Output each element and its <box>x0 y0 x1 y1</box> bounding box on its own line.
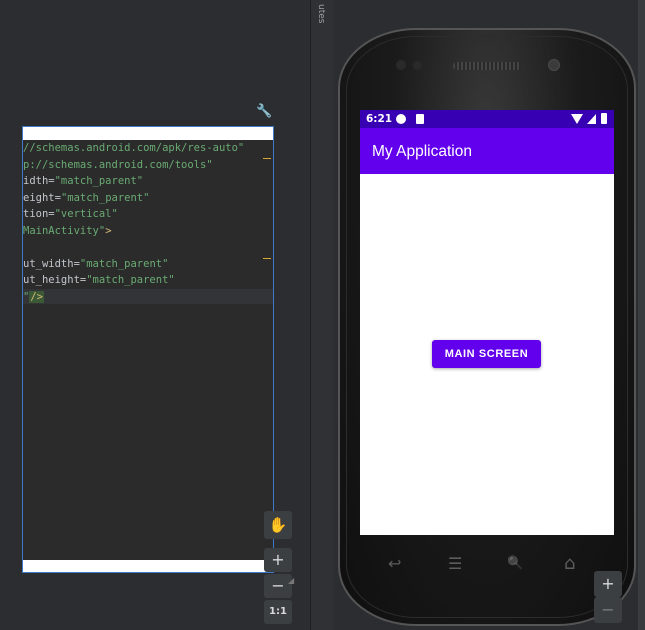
signal-icon <box>587 114 596 124</box>
attributes-tool-strip <box>310 0 334 630</box>
back-icon[interactable]: ↩ <box>388 556 401 572</box>
code-line: idth="match_parent" <box>23 175 144 187</box>
app-bar: My Application <box>360 128 614 174</box>
status-bar: 6:21 <box>360 110 614 128</box>
blueprint-top-strip <box>23 127 273 140</box>
sensor-icon <box>396 60 406 70</box>
camera-icon <box>548 59 560 71</box>
home-icon[interactable]: ⌂ <box>564 555 575 573</box>
pan-button[interactable]: ✋ <box>264 511 292 539</box>
right-tool-strip <box>638 0 645 630</box>
main-screen-button[interactable]: MAIN SCREEN <box>432 340 541 368</box>
battery-icon <box>601 113 607 124</box>
attributes-tab[interactable]: utes <box>310 4 332 32</box>
code-line: eight="match_parent" <box>23 191 150 204</box>
code-line: p://schemas.android.com/tools" <box>23 158 213 171</box>
zoom-in-button[interactable]: + <box>264 548 292 572</box>
change-marker <box>263 258 271 259</box>
status-time: 6:21 <box>366 113 393 125</box>
menu-icon[interactable]: ☰ <box>448 556 462 572</box>
app-title: My Application <box>372 143 472 160</box>
device-screen: 6:21 My Application MAIN SCREEN <box>360 110 614 535</box>
wifi-icon <box>571 114 583 124</box>
code-line: MainActivity"> <box>23 224 112 237</box>
code-line: ut_height="match_parent" <box>23 274 175 286</box>
speaker-grille <box>453 62 521 70</box>
zoom-actual-size-button[interactable]: 1:1 <box>264 600 292 624</box>
notification-icon <box>396 114 406 124</box>
blueprint-view[interactable]: //schemas.android.com/apk/res-auto" p://s… <box>22 126 274 573</box>
current-line-highlight <box>23 289 273 304</box>
wrench-icon[interactable]: 🔧 <box>256 104 272 120</box>
sd-card-icon <box>416 114 424 124</box>
zoom-out-button[interactable]: − <box>594 597 622 623</box>
sensor-icon <box>413 61 422 70</box>
zoom-in-button[interactable]: + <box>594 571 622 597</box>
code-line: "/> <box>23 290 44 303</box>
code-line: //schemas.android.com/apk/res-auto" <box>23 142 245 154</box>
resize-handle-icon[interactable]: ◢ <box>288 576 296 585</box>
search-icon[interactable]: 🔍 <box>507 556 523 572</box>
code-line: tion="vertical" <box>23 208 118 220</box>
hand-icon: ✋ <box>268 516 288 534</box>
blueprint-bottom-strip <box>23 560 273 572</box>
change-marker <box>263 158 271 159</box>
code-line: ut_width="match_parent" <box>23 257 169 270</box>
